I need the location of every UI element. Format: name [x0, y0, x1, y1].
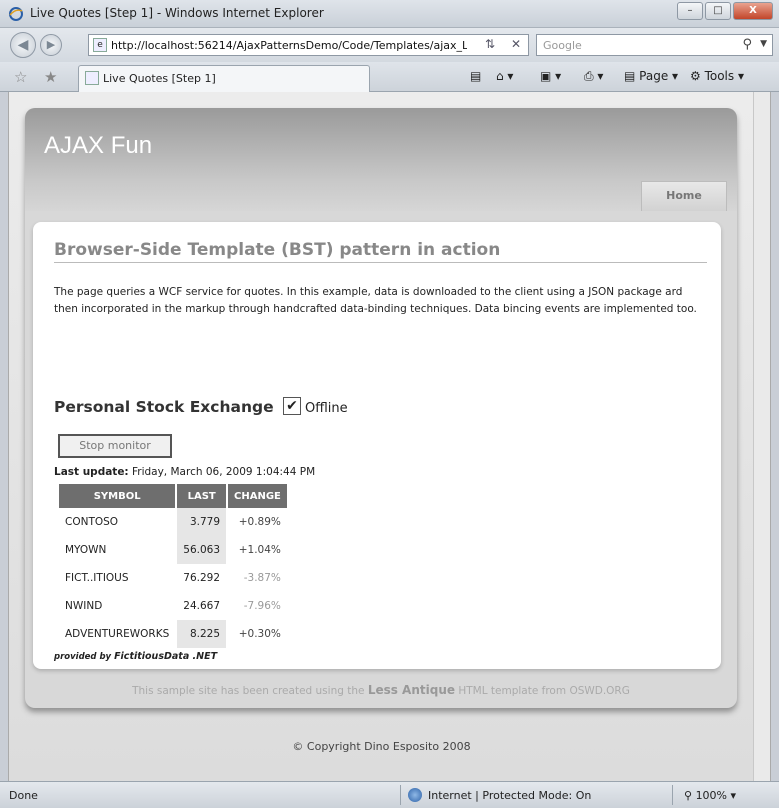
title-bar: Live Quotes [Step 1] - Windows Internet …	[0, 0, 779, 28]
quote-last: 24.667	[183, 600, 221, 612]
quote-symbol: ADVENTUREWORKS	[65, 628, 170, 640]
provided-by: provided by FictitiousData .NET	[54, 651, 217, 662]
quotes-table: SYMBOL LAST CHANGE CONTOSO 3.779 +0.89% MYO…	[57, 484, 289, 648]
page-menu-label: Page	[639, 69, 669, 83]
quote-row: CONTOSO 3.779 +0.89%	[59, 508, 287, 536]
quote-row: MYOWN 56.063 +1.04%	[59, 536, 287, 564]
quote-change: +0.30%	[238, 628, 281, 640]
template-credit: This sample site has been created using …	[25, 683, 737, 697]
vertical-scrollbar[interactable]	[753, 92, 770, 781]
rss-icon[interactable]: ▣ ▾	[540, 69, 561, 83]
address-toolbar: ◀ ▶ e http://localhost:56214/AjaxPattern…	[0, 28, 779, 62]
quote-last: 8.225	[177, 620, 227, 648]
quote-change: -3.87%	[243, 572, 281, 584]
checkmark-icon: ✔	[286, 398, 298, 414]
tab-label: Live Quotes [Step 1]	[103, 72, 216, 85]
compatibility-icon[interactable]: ⇅	[481, 37, 499, 51]
tab-page-icon	[85, 71, 99, 85]
minimize-button[interactable]: –	[677, 2, 703, 20]
quotes-header-row: SYMBOL LAST CHANGE	[59, 484, 287, 508]
page-viewport: AJAX Fun Home Browser-Side Template (BST…	[8, 92, 771, 781]
quote-row: NWIND 24.667 -7.96%	[59, 592, 287, 620]
credit-site-link[interactable]: OSWD.ORG	[569, 685, 629, 697]
header-last: LAST	[177, 484, 227, 508]
provided-by-prefix: provided by	[54, 652, 112, 662]
credit-pre: This sample site has been created using …	[132, 685, 365, 697]
quote-row: ADVENTUREWORKS 8.225 +0.30%	[59, 620, 287, 648]
site-brand: AJAX Fun	[44, 132, 153, 159]
main-content: Browser-Side Template (BST) pattern in a…	[33, 222, 721, 669]
forward-button[interactable]: ▶	[40, 34, 62, 56]
section-title: Personal Stock Exchange	[54, 398, 274, 416]
url-text[interactable]: http://localhost:56214/AjaxPatternsDemo/…	[111, 39, 467, 52]
site-header: AJAX Fun Home	[25, 108, 737, 211]
status-separator	[672, 785, 673, 805]
page-menu[interactable]: ▤ Page ▾	[624, 69, 678, 83]
last-update-label: Last update:	[54, 466, 129, 478]
quote-last: 56.063	[177, 536, 227, 564]
quote-change: -7.96%	[243, 600, 281, 612]
offline-checkbox[interactable]: ✔	[283, 397, 301, 415]
quote-symbol: NWIND	[65, 600, 103, 612]
copyright: © Copyright Dino Esposito 2008	[292, 740, 471, 753]
status-text: Done	[9, 789, 38, 802]
quote-symbol: CONTOSO	[65, 516, 119, 528]
page-background: AJAX Fun Home Browser-Side Template (BST…	[9, 92, 754, 781]
last-update-value: Friday, March 06, 2009 1:04:44 PM	[131, 466, 316, 478]
home-icon[interactable]: ⌂ ▾	[496, 69, 513, 83]
site-container: AJAX Fun Home Browser-Side Template (BST…	[25, 108, 737, 708]
add-favorites-icon[interactable]: ★	[44, 68, 57, 86]
tools-menu-label: Tools	[704, 69, 735, 83]
close-button[interactable]: X	[733, 2, 773, 20]
quote-symbol: FICT..ITIOUS	[65, 572, 129, 584]
provided-by-brand: FictitiousData .NET	[114, 651, 218, 662]
zoom-icon: ⚲	[684, 789, 693, 802]
quote-last: 3.779	[177, 508, 227, 536]
intro-paragraph: The page queries a WCF service for quote…	[54, 286, 697, 315]
quote-change: +0.89%	[238, 516, 281, 528]
address-field[interactable]: e http://localhost:56214/AjaxPatternsDem…	[88, 34, 529, 56]
search-dropdown-icon[interactable]: ▼	[760, 39, 767, 49]
status-separator	[400, 785, 401, 805]
credit-mid: HTML template from	[458, 685, 567, 697]
quote-row: FICT..ITIOUS 76.292 -3.87%	[59, 564, 287, 592]
zoom-level: 100%	[695, 789, 728, 802]
page-icon: e	[93, 38, 107, 52]
feeds-icon[interactable]: ▤	[470, 69, 481, 83]
print-icon[interactable]: ⎙ ▾	[584, 69, 603, 84]
window-title: Live Quotes [Step 1] - Windows Internet …	[30, 6, 324, 20]
stop-icon[interactable]: ✕	[507, 37, 525, 51]
search-placeholder: Google	[543, 39, 582, 52]
back-arrow-icon: ◀	[17, 37, 29, 53]
tab-live-quotes[interactable]: Live Quotes [Step 1]	[78, 65, 370, 92]
security-zone[interactable]: Internet | Protected Mode: On	[408, 788, 591, 802]
forward-arrow-icon: ▶	[46, 38, 56, 51]
header-symbol: SYMBOL	[59, 484, 176, 508]
zone-text: Internet | Protected Mode: On	[428, 788, 592, 802]
maximize-button[interactable]: □	[705, 2, 731, 20]
tools-menu[interactable]: ⚙ Tools ▾	[690, 69, 744, 83]
globe-icon	[408, 788, 422, 802]
zoom-control[interactable]: ⚲ 100% ▾	[684, 789, 736, 802]
stop-monitor-button[interactable]: Stop monitor	[58, 434, 172, 458]
nav-home-tab[interactable]: Home	[641, 181, 727, 211]
quote-symbol: MYOWN	[65, 544, 107, 556]
favorites-star-icon[interactable]: ☆	[14, 68, 27, 86]
quote-change: +1.04%	[238, 544, 281, 556]
search-field[interactable]: Google ⚲ ▼	[536, 34, 773, 56]
last-update: Last update: Friday, March 06, 2009 1:04…	[54, 466, 315, 478]
page-heading: Browser-Side Template (BST) pattern in a…	[54, 240, 707, 263]
status-bar: Done Internet | Protected Mode: On ⚲ 100…	[0, 781, 779, 808]
header-change: CHANGE	[228, 484, 287, 508]
quote-last: 76.292	[183, 572, 221, 584]
search-icon[interactable]: ⚲	[742, 37, 752, 52]
credit-template-link[interactable]: Less Antique	[368, 683, 455, 697]
tab-bar: ☆ ★ Live Quotes [Step 1] ▤ ⌂ ▾ ▣ ▾ ⎙ ▾ ▤…	[0, 62, 779, 92]
offline-label: Offline	[305, 401, 348, 416]
back-button[interactable]: ◀	[10, 32, 36, 58]
internet-explorer-icon	[9, 7, 23, 21]
